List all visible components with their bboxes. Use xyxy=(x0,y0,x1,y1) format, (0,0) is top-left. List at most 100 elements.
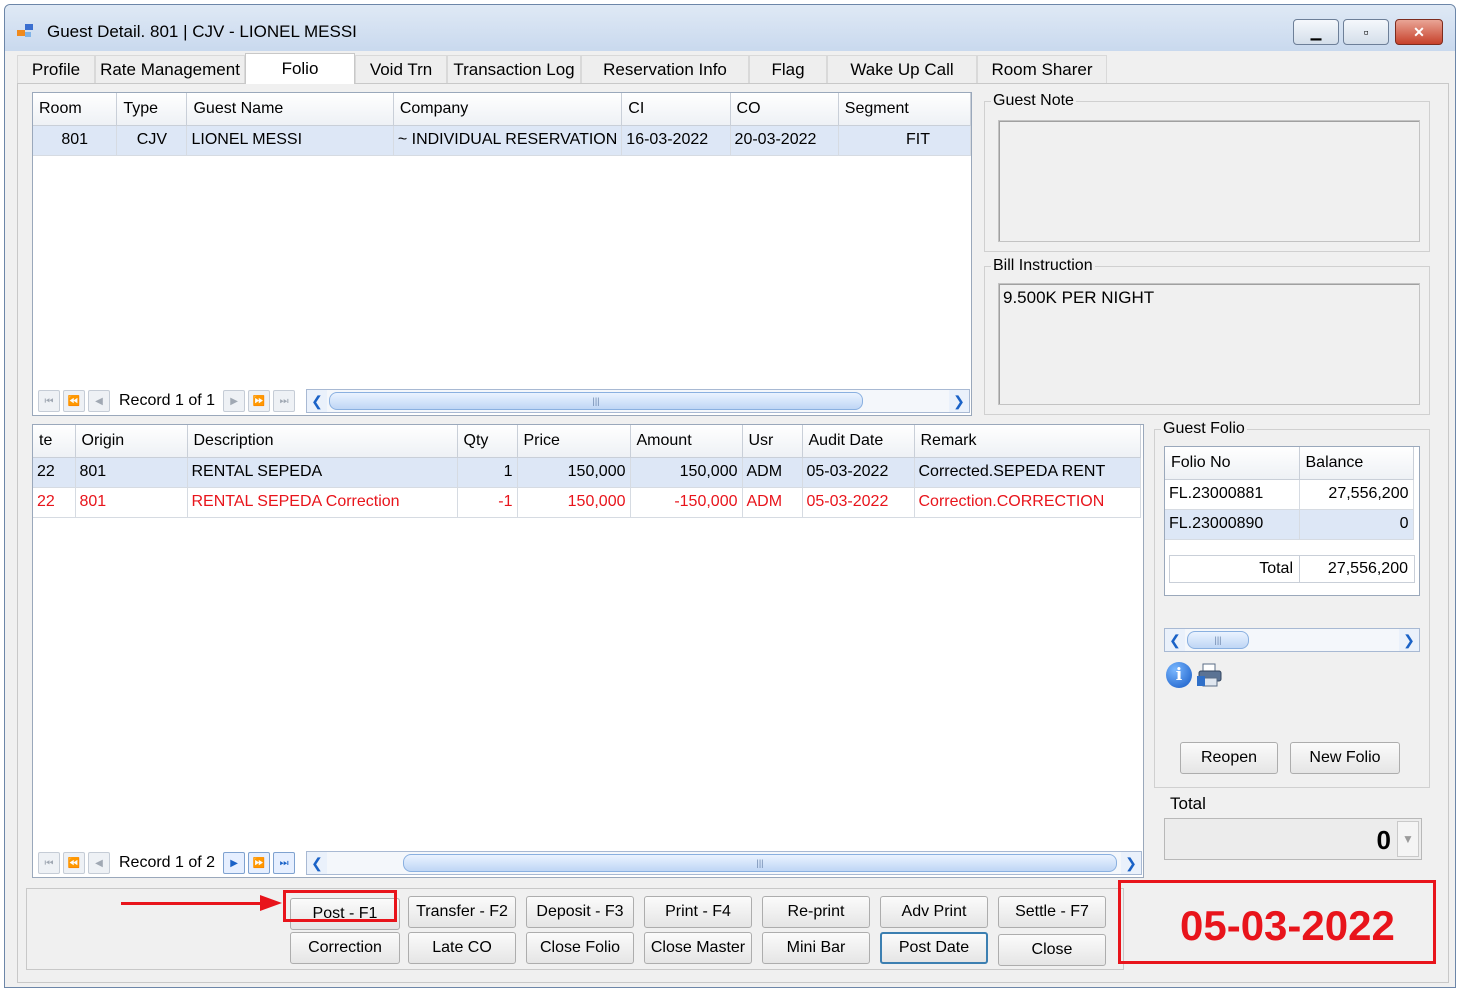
chevron-down-icon[interactable]: ▼ xyxy=(1397,821,1419,857)
scroll-right-icon[interactable]: ❯ xyxy=(949,390,969,412)
folio-hscrollbar[interactable]: ❮ ||| ❯ xyxy=(1164,628,1420,652)
maximize-button[interactable]: ▫ xyxy=(1343,19,1389,45)
table-row[interactable]: FL.23000881 27,556,200 xyxy=(1165,479,1414,510)
cell-amount: -150,000 xyxy=(630,487,743,518)
transaction-header-row: te Origin Description Qty Price Amount U… xyxy=(33,425,1141,458)
prev-record-icon[interactable]: ◀ xyxy=(88,852,110,874)
tab-reservation-info[interactable]: Reservation Info xyxy=(581,55,749,83)
col-qty[interactable]: Qty xyxy=(457,425,518,458)
reprint-button[interactable]: Re-print xyxy=(762,896,870,928)
mini-bar-button[interactable]: Mini Bar xyxy=(762,932,870,964)
deposit-button[interactable]: Deposit - F3 xyxy=(526,896,634,928)
bill-instruction-box[interactable]: 9.500K PER NIGHT xyxy=(998,283,1420,405)
guest-note-box[interactable] xyxy=(998,120,1420,242)
post-button-highlight xyxy=(283,890,397,922)
col-room[interactable]: Room xyxy=(33,93,118,126)
scroll-thumb[interactable]: ||| xyxy=(403,854,1117,872)
col-origin[interactable]: Origin xyxy=(75,425,188,458)
last-record-icon[interactable]: ⏭ xyxy=(273,390,296,412)
printer-icon[interactable] xyxy=(1196,662,1224,688)
prev-page-icon[interactable]: ⏪ xyxy=(63,390,85,412)
col-usr[interactable]: Usr xyxy=(742,425,803,458)
prev-page-icon[interactable]: ⏪ xyxy=(63,852,85,874)
cell-audit-date: 05-03-2022 xyxy=(802,457,915,488)
tab-folio[interactable]: Folio xyxy=(245,53,355,84)
col-segment[interactable]: Segment xyxy=(838,93,971,126)
guest-folio-grid: Folio No Balance FL.23000881 27,556,200 … xyxy=(1164,446,1420,596)
tab-transaction-log[interactable]: Transaction Log xyxy=(447,55,581,83)
post-date-button[interactable]: Post Date xyxy=(880,932,988,964)
minimize-button[interactable]: ▁ xyxy=(1293,19,1339,45)
table-row[interactable]: 801 CJV LIONEL MESSI ~ INDIVIDUAL RESERV… xyxy=(33,125,971,156)
transfer-button[interactable]: Transfer - F2 xyxy=(408,896,516,928)
tab-wake-up-call[interactable]: Wake Up Call xyxy=(827,55,977,83)
next-page-icon[interactable]: ⏩ xyxy=(248,852,271,874)
col-price[interactable]: Price xyxy=(517,425,631,458)
cell-balance: 27,556,200 xyxy=(1299,479,1414,510)
reservation-navigator: ⏮ ⏪ ◀ Record 1 of 1 ▶ ⏩ ⏭ xyxy=(38,388,298,414)
last-record-icon[interactable]: ⏭ xyxy=(273,852,296,874)
col-balance[interactable]: Balance xyxy=(1299,447,1414,480)
reopen-button[interactable]: Reopen xyxy=(1180,742,1278,774)
tab-profile[interactable]: Profile xyxy=(17,55,95,83)
transaction-hscrollbar[interactable]: ❮ ||| ❯ xyxy=(306,851,1142,875)
col-company[interactable]: Company xyxy=(393,93,623,126)
first-record-icon[interactable]: ⏮ xyxy=(38,390,60,412)
scroll-thumb[interactable]: ||| xyxy=(329,392,863,410)
cell-remark: Correction.CORRECTION xyxy=(914,487,1141,518)
correction-button[interactable]: Correction xyxy=(290,932,400,964)
next-record-icon[interactable]: ▶ xyxy=(223,852,246,874)
window-title: Guest Detail. 801 | CJV - LIONEL MESSI xyxy=(47,22,357,41)
prev-record-icon[interactable]: ◀ xyxy=(88,390,110,412)
cell-description: RENTAL SEPEDA xyxy=(187,457,458,488)
first-record-icon[interactable]: ⏮ xyxy=(38,852,60,874)
col-date[interactable]: te xyxy=(33,425,76,458)
annotation-arrow-head xyxy=(260,895,282,911)
record-count: Record 1 of 1 xyxy=(119,392,216,409)
minimize-icon: ▁ xyxy=(1310,23,1322,40)
close-window-button[interactable]: ✕ xyxy=(1395,19,1443,45)
folio-total-value: 27,556,200 xyxy=(1327,560,1408,577)
cell-type: CJV xyxy=(116,125,188,156)
new-folio-button[interactable]: New Folio xyxy=(1290,742,1400,774)
col-description[interactable]: Description xyxy=(187,425,458,458)
close-folio-button[interactable]: Close Folio xyxy=(526,932,634,964)
transaction-navigator: ⏮ ⏪ ◀ Record 1 of 2 ▶ ⏩ ⏭ xyxy=(38,850,298,876)
col-remark[interactable]: Remark xyxy=(914,425,1141,458)
settle-button[interactable]: Settle - F7 xyxy=(998,896,1106,928)
close-icon: ✕ xyxy=(1413,23,1425,40)
scroll-thumb[interactable]: ||| xyxy=(1187,631,1249,649)
scroll-left-icon[interactable]: ❮ xyxy=(1165,629,1185,651)
tab-rate-management[interactable]: Rate Management xyxy=(95,55,245,83)
print-button[interactable]: Print - F4 xyxy=(644,896,752,928)
col-guest-name[interactable]: Guest Name xyxy=(186,93,394,126)
col-type[interactable]: Type xyxy=(116,93,188,126)
info-icon[interactable]: i xyxy=(1166,662,1192,688)
folio-header-row: Folio No Balance xyxy=(1165,447,1414,480)
table-row[interactable]: 22 801 RENTAL SEPEDA Correction -1 150,0… xyxy=(33,487,1141,518)
cell-audit-date: 05-03-2022 xyxy=(802,487,915,518)
scroll-right-icon[interactable]: ❯ xyxy=(1121,852,1141,874)
close-master-button[interactable]: Close Master xyxy=(644,932,752,964)
scroll-left-icon[interactable]: ❮ xyxy=(307,852,327,874)
scroll-left-icon[interactable]: ❮ xyxy=(307,390,327,412)
col-co[interactable]: CO xyxy=(730,93,839,126)
scroll-right-icon[interactable]: ❯ xyxy=(1399,629,1419,651)
next-page-icon[interactable]: ⏩ xyxy=(248,390,271,412)
adv-print-button[interactable]: Adv Print xyxy=(880,896,988,928)
next-record-icon[interactable]: ▶ xyxy=(223,390,246,412)
tab-room-sharer[interactable]: Room Sharer xyxy=(977,55,1107,83)
reservation-hscrollbar[interactable]: ❮ ||| ❯ xyxy=(306,389,970,413)
table-row[interactable]: FL.23000890 0 xyxy=(1165,509,1414,540)
col-amount[interactable]: Amount xyxy=(630,425,743,458)
col-ci[interactable]: CI xyxy=(621,93,731,126)
col-folio-no[interactable]: Folio No xyxy=(1165,447,1300,480)
tab-flag[interactable]: Flag xyxy=(749,55,827,83)
table-row[interactable]: 22 801 RENTAL SEPEDA 1 150,000 150,000 A… xyxy=(33,457,1141,488)
tab-void-trn[interactable]: Void Trn xyxy=(355,55,447,83)
total-field[interactable]: 0 ▼ xyxy=(1164,818,1422,860)
col-audit-date[interactable]: Audit Date xyxy=(802,425,915,458)
close-button[interactable]: Close xyxy=(998,934,1106,966)
late-co-button[interactable]: Late CO xyxy=(408,932,516,964)
cell-qty: 1 xyxy=(457,457,518,488)
